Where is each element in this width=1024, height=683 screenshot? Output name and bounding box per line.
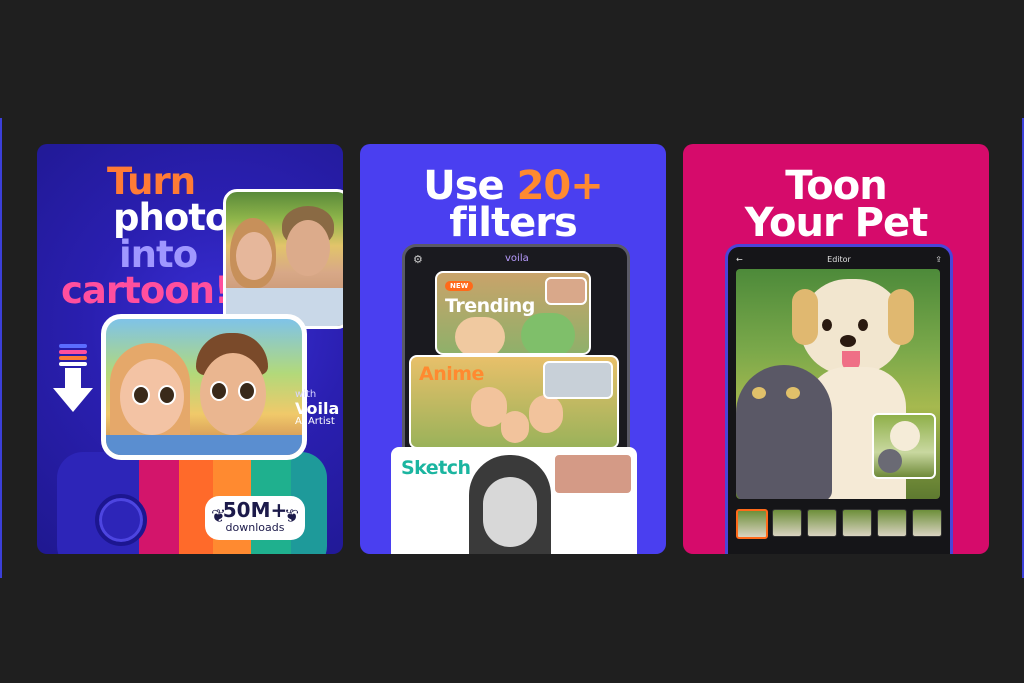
- promo-card-filters: Use 20+ filters ⚙ voila NEW Trending Ani…: [360, 144, 666, 554]
- downloads-badge: ❦ ❦ 50M+ downloads: [205, 496, 305, 540]
- filter-title: Anime: [419, 363, 484, 385]
- brand-name: Voila: [295, 398, 340, 418]
- headline-line-2: Your Pet: [744, 199, 928, 246]
- edge-divider-left: [0, 118, 2, 578]
- editor-top-bar: ← Editor ⇪: [728, 255, 950, 269]
- download-arrow-icon: [53, 344, 93, 414]
- style-option[interactable]: [806, 509, 837, 539]
- filter-title: Sketch: [401, 457, 471, 479]
- headline-line: Turn: [107, 160, 196, 203]
- editor-title: Editor: [827, 255, 851, 264]
- new-badge: NEW: [445, 281, 474, 291]
- filter-card-sketch[interactable]: Sketch: [391, 447, 637, 554]
- filter-card-trending[interactable]: NEW Trending: [435, 271, 591, 355]
- style-option[interactable]: [771, 509, 802, 539]
- gear-icon[interactable]: ⚙: [413, 253, 423, 266]
- laurel-left-icon: ❦: [211, 506, 227, 527]
- phone-mockup: ← Editor ⇪: [725, 244, 953, 554]
- style-option[interactable]: [841, 509, 872, 539]
- cartoon-photo: [101, 314, 307, 460]
- original-pet-thumbnail: [872, 413, 936, 479]
- brand-subtitle: AI Artist: [295, 416, 335, 428]
- card2-headline: Use 20+ filters: [360, 166, 666, 246]
- filter-card-anime[interactable]: Anime: [409, 355, 619, 449]
- card3-headline: Toon Your Pet: [683, 166, 989, 246]
- original-photo: [223, 189, 343, 329]
- headline-line-2: filters: [449, 199, 578, 246]
- promo-card-turn-photo: Turn photo into cartoon! with Voila AI A…: [37, 144, 343, 554]
- filter-title: Trending: [445, 295, 535, 317]
- style-option[interactable]: [736, 509, 768, 541]
- style-option[interactable]: [911, 509, 942, 539]
- shutter-button-graphic: [95, 494, 147, 546]
- app-logo: voila: [505, 253, 529, 264]
- brand-label: with Voila AI Artist: [295, 389, 340, 428]
- style-picker-row: [736, 509, 946, 549]
- share-icon[interactable]: ⇪: [935, 255, 942, 264]
- promo-card-toon-pet: Toon Your Pet ← Editor ⇪: [683, 144, 989, 554]
- laurel-right-icon: ❦: [283, 506, 299, 527]
- style-option[interactable]: [876, 509, 907, 539]
- phone-mockup: ⚙ voila NEW Trending Anime Sketch: [391, 244, 637, 554]
